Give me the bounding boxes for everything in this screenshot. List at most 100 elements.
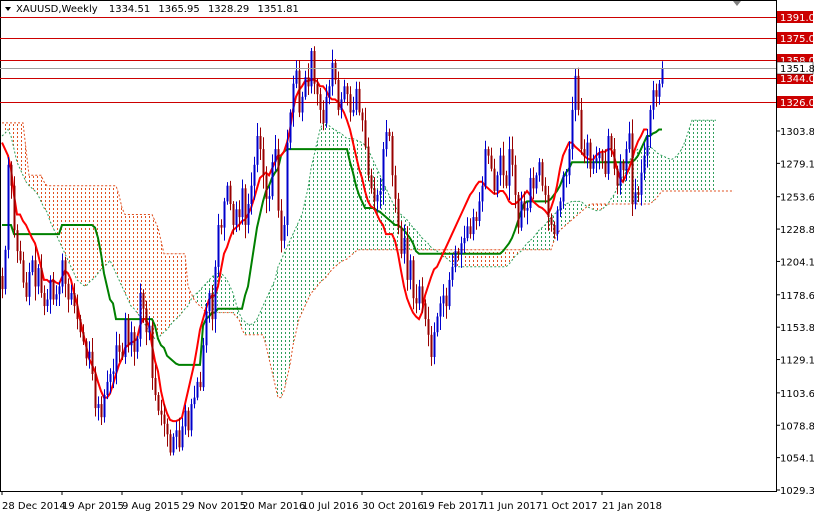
- candle-body: [517, 194, 520, 228]
- candle-body: [235, 209, 238, 225]
- candle-body: [265, 175, 268, 199]
- candle-body: [82, 332, 85, 342]
- candle-body: [655, 90, 658, 97]
- candle-body: [247, 204, 250, 225]
- candle-body: [79, 319, 82, 333]
- candle-body: [169, 434, 172, 453]
- candle-body: [397, 198, 400, 228]
- candle-body: [10, 164, 13, 186]
- candle-body: [286, 142, 289, 225]
- candle-body: [46, 299, 49, 306]
- candle-body: [325, 96, 328, 123]
- candle-body: [454, 251, 457, 267]
- candle-body: [28, 272, 31, 297]
- candle-body: [271, 162, 274, 197]
- x-tick-label: 19 Feb 2017: [422, 501, 484, 512]
- candle-body: [166, 423, 169, 435]
- candle-body: [391, 136, 394, 176]
- candle-body: [187, 410, 190, 431]
- candle-body: [556, 210, 559, 235]
- level-tag-label: 1326.00: [780, 98, 814, 109]
- candle-body: [349, 94, 352, 113]
- candle-body: [229, 185, 232, 204]
- candle-body: [616, 168, 619, 186]
- candle-body: [508, 149, 511, 186]
- candle-body: [520, 201, 523, 228]
- candle-body: [433, 332, 436, 357]
- candle-body: [22, 260, 25, 283]
- candle-body: [319, 94, 322, 110]
- candle-body: [31, 260, 34, 273]
- candle-body: [334, 62, 337, 80]
- candle-body: [283, 225, 286, 241]
- candle-body: [262, 149, 265, 176]
- candle-body: [163, 414, 166, 424]
- candle-body: [610, 136, 613, 150]
- candle-body: [52, 279, 55, 300]
- chart-svg: 1303.85 1279.10 1253.60 1228.85 1204.10 1178.…: [0, 0, 814, 512]
- candle-body: [475, 217, 478, 221]
- candle-body: [241, 188, 244, 218]
- candle-body: [613, 149, 616, 169]
- candle-body: [430, 334, 433, 357]
- y-tick-label: 1054.10: [780, 454, 814, 465]
- candle-body: [604, 160, 607, 174]
- y-tick-label: 1129.10: [780, 356, 814, 367]
- candle-body: [514, 164, 517, 195]
- candle-body: [199, 381, 202, 388]
- candle-body: [400, 227, 403, 254]
- candle-body: [133, 332, 136, 352]
- candle-body: [226, 185, 229, 202]
- candle-body: [55, 294, 58, 300]
- candle-body: [1, 276, 4, 290]
- candle-body: [418, 286, 421, 304]
- candle-body: [274, 149, 277, 163]
- symbol-label: XAUUSD,Weekly: [16, 4, 98, 15]
- candle-body: [313, 51, 316, 84]
- candle-body: [4, 249, 7, 289]
- candle-body: [436, 316, 439, 333]
- x-tick-label: 9 Aug 2015: [122, 501, 180, 512]
- candle-body: [109, 374, 112, 382]
- candle-body: [175, 430, 178, 437]
- candle-body: [490, 155, 493, 169]
- candle-body: [76, 306, 79, 320]
- x-tick-label: 19 Apr 2015: [62, 501, 124, 512]
- candle-body: [142, 293, 145, 309]
- candle-body: [202, 345, 205, 388]
- candle-body: [361, 112, 364, 121]
- candle-body: [301, 96, 304, 113]
- candle-body: [172, 436, 175, 453]
- candle-body: [64, 260, 67, 284]
- y-tick-label: 1204.10: [780, 257, 814, 268]
- candle-body: [97, 404, 100, 408]
- candle-body: [583, 149, 586, 156]
- candle-body: [343, 86, 346, 100]
- candle-body: [34, 260, 37, 287]
- candle-body: [298, 70, 301, 113]
- candle-body: [352, 109, 355, 113]
- candle-body: [292, 83, 295, 113]
- level-tag-label: 1391.00: [780, 13, 814, 24]
- candle-body: [160, 410, 163, 415]
- candle-body: [394, 175, 397, 199]
- candle-body: [193, 397, 196, 405]
- candle-body: [535, 175, 538, 189]
- candle-body: [502, 155, 505, 176]
- candle-body: [559, 201, 562, 211]
- candle-body: [550, 217, 553, 225]
- level-tag-label: 1344.00: [780, 74, 814, 85]
- time-axis: 28 Dec 201419 Apr 20159 Aug 2015 29 Nov 2…: [1, 491, 662, 512]
- x-tick-label: 11 Jun 2017: [482, 501, 542, 512]
- y-tick-label: 1253.60: [780, 193, 814, 204]
- candle-body: [295, 70, 298, 84]
- candle-body: [196, 381, 199, 398]
- level-tag-label: 1375.00: [780, 34, 814, 45]
- candle-body: [577, 75, 580, 110]
- candle-body: [58, 286, 61, 295]
- candle-body: [448, 279, 451, 307]
- candle-body: [451, 266, 454, 280]
- candle-body: [337, 79, 340, 110]
- candle-body: [307, 77, 310, 87]
- x-tick-label: 30 Oct 2016: [362, 501, 424, 512]
